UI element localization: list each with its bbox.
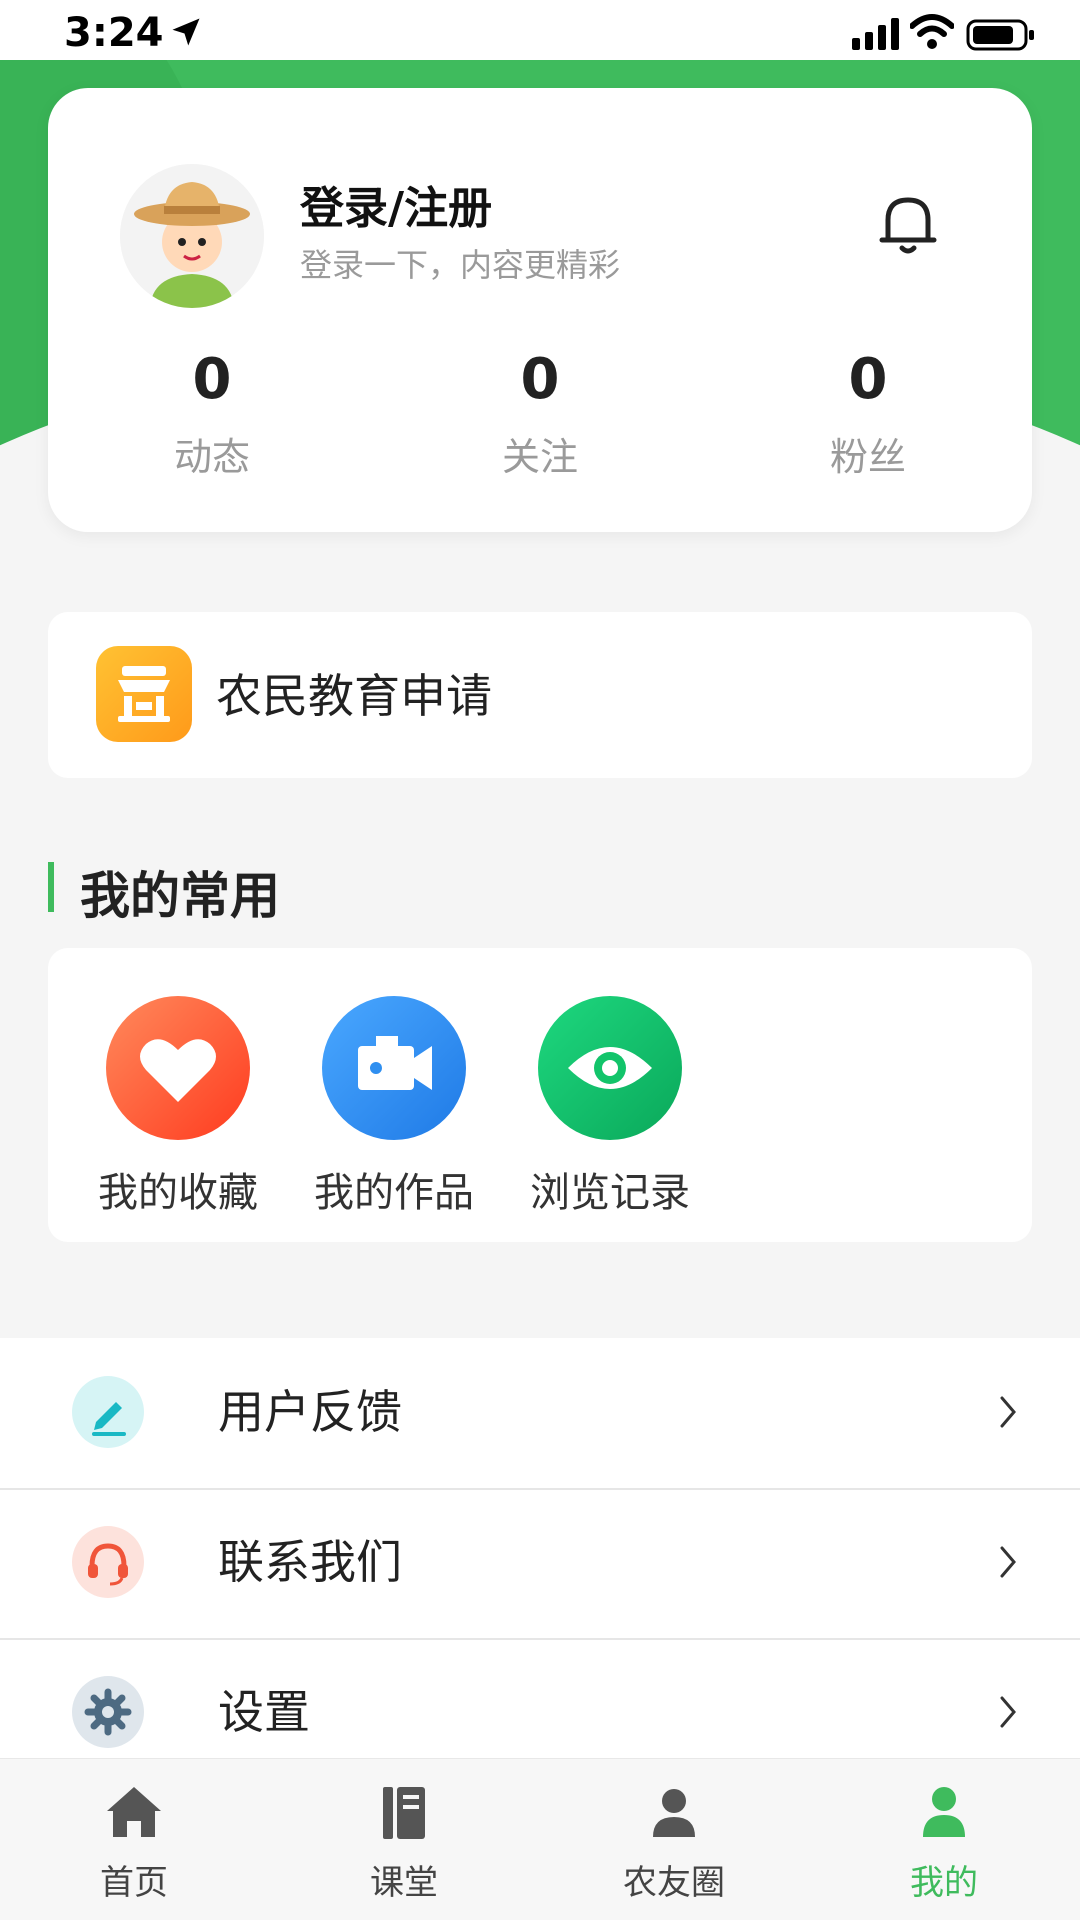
person-icon (923, 1787, 965, 1837)
stat-label: 动态 (173, 435, 250, 479)
status-time: 3:24 (64, 10, 164, 56)
stat-following[interactable]: 0 关注 (440, 348, 640, 481)
tab-mine[interactable]: 我的 (844, 1777, 1044, 1904)
login-subtitle: 登录一下，内容更精彩 (300, 246, 621, 284)
menu-list: 用户反馈 联系我们 设置 (0, 1338, 1080, 1758)
stat-label: 粉丝 (829, 435, 906, 479)
battery-icon (966, 19, 1034, 51)
frequent-card: 我的收藏 我的作品 浏览记录 (48, 948, 1032, 1242)
eye-icon (538, 996, 682, 1140)
nav-label: 我的 (910, 1863, 978, 1903)
apply-label: 农民教育申请 (216, 669, 492, 723)
bell-icon[interactable] (868, 184, 948, 264)
tab-farmer-circle[interactable]: 农友圈 (574, 1777, 774, 1904)
menu-item-contact-us[interactable]: 联系我们 (0, 1488, 1080, 1638)
stat-label: 关注 (501, 435, 578, 479)
chevron-right-icon (1000, 1396, 1016, 1428)
menu-label: 用户反馈 (218, 1385, 402, 1439)
bottom-nav: 首页 课堂 农友圈 我的 (0, 1758, 1080, 1920)
tab-classroom[interactable]: 课堂 (304, 1777, 504, 1904)
chevron-right-icon (1000, 1696, 1016, 1728)
freq-label: 我的作品 (314, 1170, 474, 1216)
heart-icon (106, 996, 250, 1140)
section-title: 我的常用 (80, 867, 280, 925)
menu-label: 联系我们 (218, 1535, 402, 1589)
wifi-icon (910, 14, 954, 49)
cellular-signal-icon (852, 18, 899, 50)
location-arrow-icon (172, 18, 200, 46)
nav-label: 课堂 (370, 1863, 438, 1903)
farmer-avatar-icon (120, 164, 264, 308)
book-icon (383, 1787, 425, 1839)
stat-value: 0 (192, 347, 232, 412)
my-favorites-button[interactable]: 我的收藏 (88, 996, 268, 1218)
menu-item-feedback[interactable]: 用户反馈 (0, 1338, 1080, 1488)
market-stall-icon (96, 646, 192, 742)
video-camera-icon (322, 996, 466, 1140)
home-icon (107, 1787, 161, 1837)
freq-label: 我的收藏 (98, 1170, 258, 1216)
login-register-link[interactable]: 登录/注册 (300, 172, 492, 236)
community-icon (653, 1789, 695, 1837)
stat-value: 0 (848, 347, 888, 412)
my-works-button[interactable]: 我的作品 (304, 996, 484, 1218)
pen-icon (72, 1376, 144, 1448)
profile-card: 登录/注册 登录一下，内容更精彩 0 动态 0 关注 0 粉丝 (48, 88, 1032, 532)
gear-icon (72, 1676, 144, 1748)
nav-label: 农友圈 (623, 1863, 725, 1903)
browsing-history-button[interactable]: 浏览记录 (520, 996, 700, 1218)
tab-home[interactable]: 首页 (34, 1777, 234, 1904)
section-indicator (48, 862, 54, 912)
chevron-right-icon (1000, 1546, 1016, 1578)
stat-posts[interactable]: 0 动态 (112, 348, 312, 481)
status-bar: 3:24 (0, 0, 1080, 60)
stat-value: 0 (520, 347, 560, 412)
freq-label: 浏览记录 (530, 1170, 690, 1216)
stat-fans[interactable]: 0 粉丝 (768, 348, 968, 481)
nav-label: 首页 (100, 1863, 168, 1903)
menu-label: 设置 (218, 1685, 310, 1739)
farmer-education-apply-button[interactable]: 农民教育申请 (48, 612, 1032, 778)
headset-icon (72, 1526, 144, 1598)
avatar[interactable] (120, 164, 264, 308)
